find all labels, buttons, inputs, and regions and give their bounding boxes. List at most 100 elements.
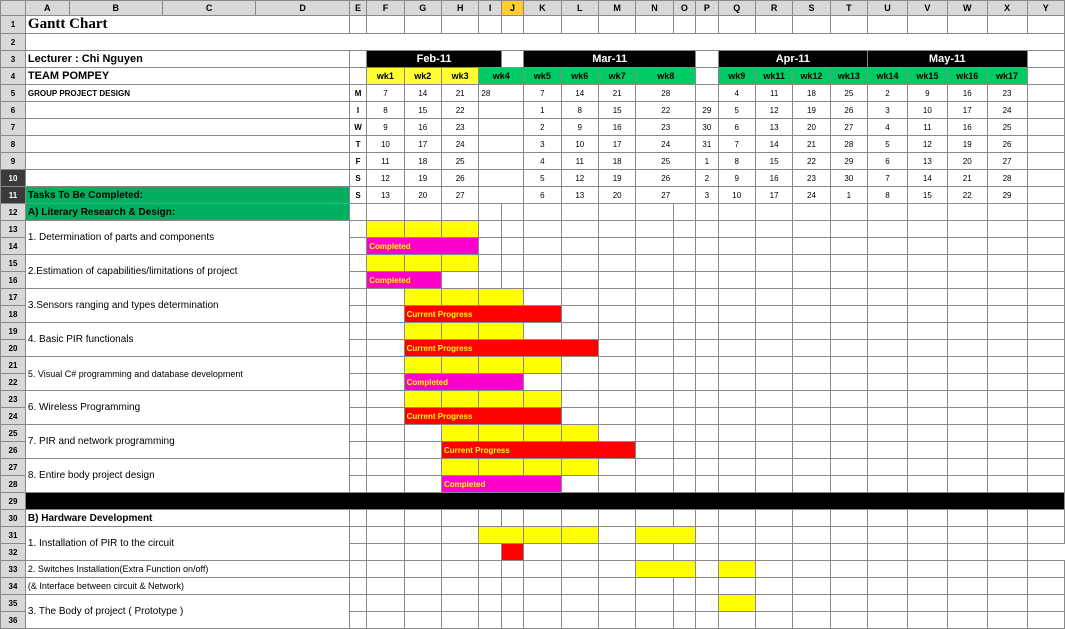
wk1: wk1 [367, 68, 404, 85]
col-Q[interactable]: Q [718, 1, 755, 16]
col-O[interactable]: O [673, 1, 695, 16]
col-X[interactable]: X [987, 1, 1027, 16]
status-completed: Completed [404, 374, 524, 391]
status-progress: Current Progress [404, 340, 598, 357]
col-C[interactable]: C [162, 1, 255, 16]
row-13[interactable]: 13 [1, 221, 26, 238]
row-29[interactable]: 29 [1, 493, 26, 510]
col-N[interactable]: N [636, 1, 673, 16]
col-K[interactable]: K [524, 1, 561, 16]
row-28[interactable]: 28 [1, 476, 26, 493]
row-27[interactable]: 27 [1, 459, 26, 476]
col-P[interactable]: P [696, 1, 718, 16]
wk12: wk12 [793, 68, 830, 85]
task-3: 3.Sensors ranging and types determinatio… [25, 289, 349, 323]
row-35[interactable]: 35 [1, 595, 26, 612]
wk8: wk8 [636, 68, 696, 85]
col-W[interactable]: W [947, 1, 987, 16]
wk17: wk17 [987, 68, 1027, 85]
col-D[interactable]: D [256, 1, 349, 16]
status-completed: Completed [442, 476, 562, 493]
wk9: wk9 [718, 68, 755, 85]
row-3[interactable]: 3 [1, 51, 26, 68]
row-36[interactable]: 36 [1, 612, 26, 629]
task-5: 5. Visual C# programming and database de… [25, 357, 349, 391]
row-21[interactable]: 21 [1, 357, 26, 374]
status-completed: Completed [367, 238, 479, 255]
status-progress: Current Progress [442, 442, 636, 459]
month-may: May-11 [868, 51, 1027, 68]
row-7[interactable]: 7 [1, 119, 26, 136]
status-completed: Completed [367, 272, 442, 289]
status-progress [501, 544, 523, 561]
col-E[interactable]: E [349, 1, 366, 16]
row-11[interactable]: 11 [1, 187, 26, 204]
col-S[interactable]: S [793, 1, 830, 16]
row-12[interactable]: 12 [1, 204, 26, 221]
col-B[interactable]: B [69, 1, 162, 16]
column-header-row[interactable]: A B C D E F G H I J K L M N O P Q R S T … [1, 1, 1065, 16]
row-2[interactable]: 2 [1, 34, 26, 51]
row-5[interactable]: 5 [1, 85, 26, 102]
col-Y[interactable]: Y [1027, 1, 1065, 16]
col-U[interactable]: U [868, 1, 908, 16]
col-R[interactable]: R [755, 1, 792, 16]
spreadsheet-grid[interactable]: A B C D E F G H I J K L M N O P Q R S T … [0, 0, 1065, 629]
row-19[interactable]: 19 [1, 323, 26, 340]
task-2: 2.Estimation of capabilities/limitations… [25, 255, 349, 289]
task-b2b: (& Interface between circuit & Network) [25, 578, 349, 595]
wk2: wk2 [404, 68, 441, 85]
col-T[interactable]: T [830, 1, 867, 16]
col-H[interactable]: H [442, 1, 479, 16]
team-label: TEAM POMPEY [25, 68, 349, 85]
row-33[interactable]: 33 [1, 561, 26, 578]
row-1[interactable]: 1 [1, 16, 26, 34]
month-apr: Apr-11 [718, 51, 868, 68]
wk4: wk4 [479, 68, 524, 85]
wk6: wk6 [561, 68, 598, 85]
row-20[interactable]: 20 [1, 340, 26, 357]
row-18[interactable]: 18 [1, 306, 26, 323]
col-M[interactable]: M [598, 1, 635, 16]
col-J[interactable]: J [501, 1, 523, 16]
row-34[interactable]: 34 [1, 578, 26, 595]
row-32[interactable]: 32 [1, 544, 26, 561]
col-F[interactable]: F [367, 1, 404, 16]
col-V[interactable]: V [907, 1, 947, 16]
row-22[interactable]: 22 [1, 374, 26, 391]
task-6: 6. Wireless Programming [25, 391, 349, 425]
row-10[interactable]: 10 [1, 170, 26, 187]
row-25[interactable]: 25 [1, 425, 26, 442]
col-L[interactable]: L [561, 1, 598, 16]
col-I[interactable]: I [479, 1, 501, 16]
row-31[interactable]: 31 [1, 527, 26, 544]
row-30[interactable]: 30 [1, 510, 26, 527]
row-15[interactable]: 15 [1, 255, 26, 272]
tasks-header: Tasks To Be Completed: [25, 187, 349, 204]
row-14[interactable]: 14 [1, 238, 26, 255]
task-b3: 3. The Body of project ( Prototype ) [25, 595, 349, 629]
col-G[interactable]: G [404, 1, 441, 16]
row-8[interactable]: 8 [1, 136, 26, 153]
section-separator [25, 493, 1064, 510]
task-b1: 1. Installation of PIR to the circuit [25, 527, 349, 561]
row-24[interactable]: 24 [1, 408, 26, 425]
wk14: wk14 [868, 68, 908, 85]
task-4: 4. Basic PIR functionals [25, 323, 349, 357]
row-6[interactable]: 6 [1, 102, 26, 119]
row-4[interactable]: 4 [1, 68, 26, 85]
status-progress: Current Progress [404, 408, 561, 425]
col-A[interactable]: A [25, 1, 69, 16]
task-8: 8. Entire body project design [25, 459, 349, 493]
group-project-label: GROUP PROJECT DESIGN [25, 85, 349, 102]
row-23[interactable]: 23 [1, 391, 26, 408]
row-17[interactable]: 17 [1, 289, 26, 306]
task-1: 1. Determination of parts and components [25, 221, 349, 255]
row-16[interactable]: 16 [1, 272, 26, 289]
lecturer-label: Lecturer : Chi Nguyen [25, 51, 349, 68]
select-all[interactable] [1, 1, 26, 16]
wk3: wk3 [442, 68, 479, 85]
row-26[interactable]: 26 [1, 442, 26, 459]
status-progress: Current Progress [404, 306, 561, 323]
row-9[interactable]: 9 [1, 153, 26, 170]
